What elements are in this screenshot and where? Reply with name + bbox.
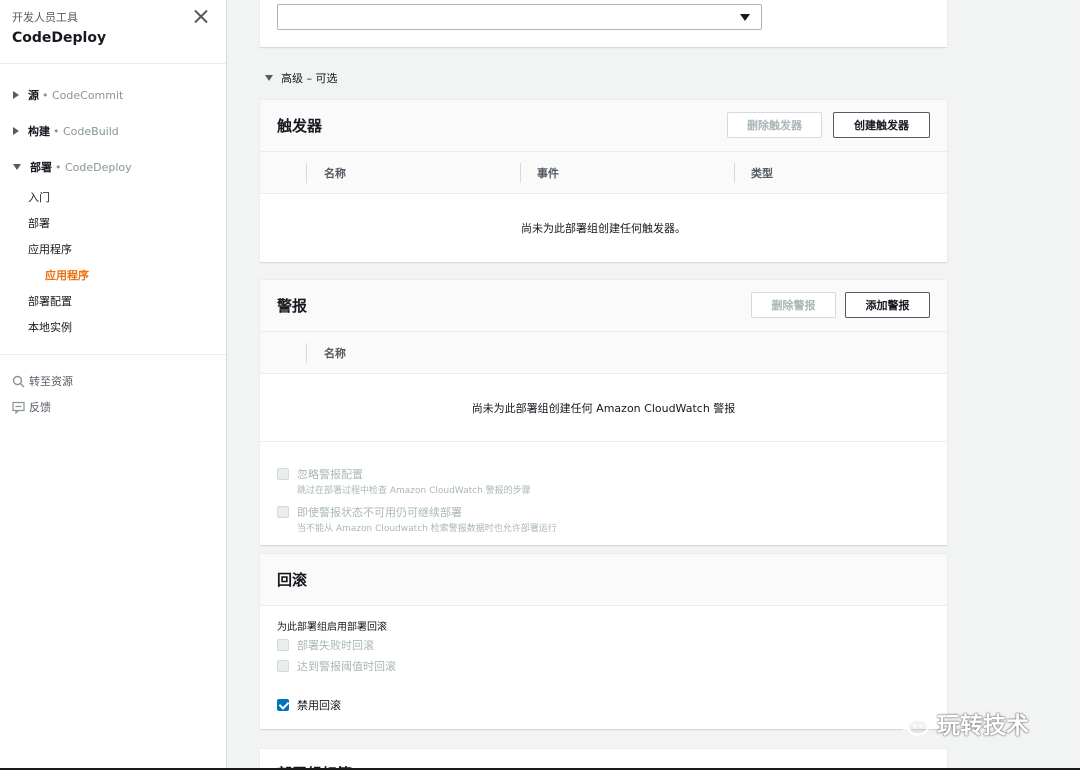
alarms-title: 警报 [277, 297, 308, 315]
section-name: 构建 [28, 125, 50, 138]
option-label: 达到警报阈值时回滚 [297, 660, 396, 673]
link-label: 反馈 [29, 401, 51, 414]
option-description: 当不能从 Amazon Cloudwatch 检索警报数据时也允许部署运行 [297, 524, 557, 534]
caret-right-icon [13, 127, 19, 135]
nav-section-deploy[interactable]: 部署 • CodeDeploy [0, 149, 226, 185]
column-separator [306, 163, 307, 183]
option-description: 跳过在部署过程中检查 Amazon CloudWatch 警报的步骤 [297, 486, 531, 496]
option-label: 忽略警报配置 [297, 468, 363, 481]
go-to-resource-link[interactable]: 转至资源 [0, 368, 226, 394]
column-name[interactable]: 名称 [324, 152, 346, 194]
rollback-note: 为此部署组启用部署回滚 [277, 622, 387, 633]
triggers-empty-message: 尚未为此部署组创建任何触发器。 [521, 222, 686, 235]
divider [0, 354, 226, 355]
option-label: 禁用回滚 [297, 699, 341, 712]
close-icon[interactable] [194, 9, 208, 23]
tags-title: 部署组标签 [260, 749, 947, 770]
sidebar-subtitle: 开发人员工具 [12, 11, 78, 24]
section-name: 部署 [30, 161, 52, 174]
triggers-panel: 触发器 删除触发器 创建触发器 名称 事件 类型 尚未为此部署组创建任何触发器。 [260, 99, 947, 262]
toggle-label: 高级 – 可选 [281, 72, 338, 85]
rollback-on-failure-option: 部署失败时回滚 [277, 637, 374, 653]
column-separator [306, 343, 307, 363]
wechat-icon [893, 709, 930, 736]
side-navigation: 开发人员工具 CodeDeploy 源 • CodeCommit 构建 • Co… [0, 0, 227, 770]
column-type[interactable]: 类型 [751, 152, 773, 194]
sidebar-item-deployments[interactable]: 部署 [0, 211, 226, 237]
section-name: 源 [28, 89, 39, 102]
delete-trigger-button[interactable]: 删除触发器 [727, 112, 822, 138]
rollback-title: 回滚 [277, 571, 308, 589]
advanced-optional-toggle[interactable]: 高级 – 可选 [265, 70, 338, 86]
top-panel [260, 0, 947, 47]
watermark: 玩转技术 [893, 706, 1029, 740]
column-separator [520, 163, 521, 183]
rollback-on-alarm-checkbox[interactable] [277, 660, 289, 672]
column-events[interactable]: 事件 [537, 152, 559, 194]
rollback-on-failure-checkbox[interactable] [277, 639, 289, 651]
ignore-alarm-option: 忽略警报配置 跳过在部署过程中检查 Amazon CloudWatch 警报的步… [277, 466, 531, 496]
ignore-alarm-checkbox[interactable] [277, 468, 289, 480]
caret-down-icon [265, 75, 273, 81]
feedback-icon [12, 401, 25, 414]
feedback-link[interactable]: 反馈 [0, 394, 226, 420]
sidebar-item-getting-started[interactable]: 入门 [0, 185, 226, 211]
sidebar-item-deployment-configs[interactable]: 部署配置 [0, 289, 226, 315]
alarms-header: 警报 删除警报 添加警报 [260, 280, 947, 332]
sidebar-item-applications-active[interactable]: 应用程序 [0, 263, 226, 289]
continue-deploy-option: 即使警报状态不可用仍可继续部署 当不能从 Amazon Cloudwatch 检… [277, 504, 557, 534]
triggers-header: 触发器 删除触发器 创建触发器 [260, 100, 947, 152]
sidebar-nav: 源 • CodeCommit 构建 • CodeBuild 部署 • CodeD… [0, 64, 226, 420]
alarms-empty-message: 尚未为此部署组创建任何 Amazon CloudWatch 警报 [260, 374, 947, 442]
section-service: • CodeBuild [53, 124, 119, 138]
disable-rollback-checkbox[interactable] [277, 699, 289, 711]
alarms-table-header: 名称 [260, 332, 947, 374]
delete-alarm-button[interactable]: 删除警报 [751, 292, 836, 318]
create-trigger-button[interactable]: 创建触发器 [833, 112, 930, 138]
caret-down-icon [740, 14, 750, 21]
nav-section-build[interactable]: 构建 • CodeBuild [0, 113, 226, 149]
deployment-group-tags-panel: 部署组标签 [260, 748, 947, 770]
rollback-panel: 回滚 为此部署组启用部署回滚 部署失败时回滚 达到警报阈值时回滚 禁用回滚 [260, 553, 947, 729]
watermark-text: 玩转技术 [937, 713, 1029, 739]
continue-deploy-checkbox[interactable] [277, 506, 289, 518]
disable-rollback-option: 禁用回滚 [277, 697, 341, 713]
column-name[interactable]: 名称 [324, 332, 346, 374]
sidebar-item-applications[interactable]: 应用程序 [0, 237, 226, 263]
triggers-table-header: 名称 事件 类型 [260, 152, 947, 194]
nav-section-source[interactable]: 源 • CodeCommit [0, 77, 226, 113]
link-label: 转至资源 [29, 375, 73, 388]
sidebar-title: CodeDeploy [12, 30, 107, 46]
search-icon [12, 375, 25, 387]
alarms-panel: 警报 删除警报 添加警报 名称 尚未为此部署组创建任何 Amazon Cloud… [260, 279, 947, 545]
sidebar-header: 开发人员工具 CodeDeploy [0, 0, 226, 64]
sidebar-item-on-premises[interactable]: 本地实例 [0, 315, 226, 341]
column-separator [734, 163, 735, 183]
rollback-on-alarm-option: 达到警报阈值时回滚 [277, 658, 396, 674]
dropdown-select[interactable] [277, 4, 762, 30]
section-service: • CodeCommit [42, 88, 124, 102]
section-service: • CodeDeploy [55, 160, 132, 174]
add-alarm-button[interactable]: 添加警报 [845, 292, 930, 318]
rollback-header: 回滚 [260, 554, 947, 606]
option-label: 部署失败时回滚 [297, 639, 374, 652]
caret-right-icon [13, 91, 19, 99]
triggers-title: 触发器 [277, 117, 323, 135]
option-label: 即使警报状态不可用仍可继续部署 [297, 506, 462, 519]
caret-down-icon [13, 164, 21, 170]
